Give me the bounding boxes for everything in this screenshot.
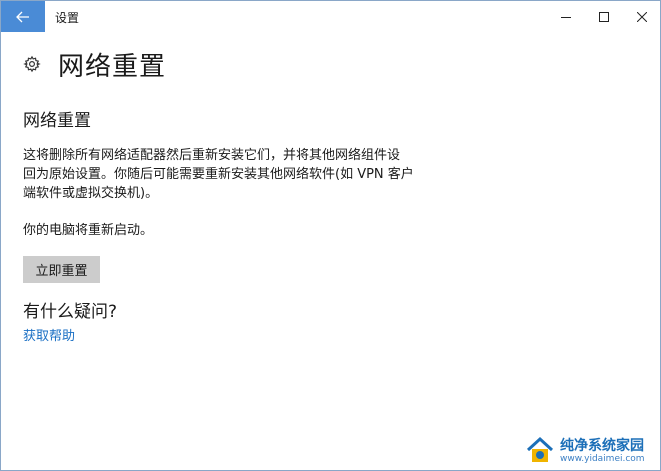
maximize-icon [599,11,609,22]
watermark: 纯净系统家园 www.yidaimei.com [525,433,659,469]
description-line: 端软件或虚拟交换机)。 [23,186,159,201]
section-description: 这将删除所有网络适配器然后重新安装它们，并将其他网络组件设 回为原始设置。你随后… [23,146,418,203]
window-title: 设置 [55,11,80,25]
title-bar: 设置 [1,1,660,33]
watermark-url: www.yidaimei.com [560,453,645,464]
page-header: 网络重置 [23,49,166,82]
description-line: 这将删除所有网络适配器然后重新安装它们，并将其他网络组件设 [23,148,401,163]
back-button[interactable] [1,1,45,32]
section-title: 网络重置 [23,111,91,131]
close-icon [637,11,647,22]
house-logo-icon [526,436,554,462]
description-line: 回为原始设置。你随后可能需要重新安装其他网络软件(如 VPN 客户 [23,167,414,182]
minimize-button[interactable] [547,1,585,32]
get-help-link[interactable]: 获取帮助 [23,325,75,344]
close-button[interactable] [623,1,660,32]
restart-note: 你的电脑将重新启动。 [23,223,154,238]
page-title: 网络重置 [58,51,167,82]
watermark-name: 纯净系统家园 [560,437,644,454]
maximize-button[interactable] [585,1,623,32]
reset-now-button[interactable]: 立即重置 [23,256,100,283]
help-question-title: 有什么疑问? [23,302,118,322]
arrow-left-icon [16,11,29,22]
settings-window: 设置 网络重置 网络重置 这将删除所有网络适配器然后重新安装它们，并将其他网络组… [0,0,661,471]
minimize-icon [561,16,571,18]
gear-icon [23,55,41,73]
